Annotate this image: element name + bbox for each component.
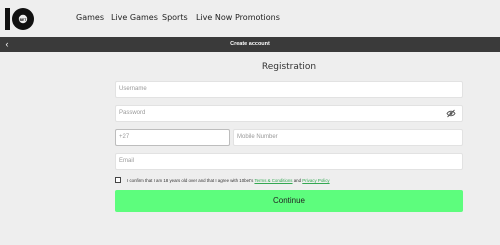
nav-promotions[interactable]: Promotions xyxy=(235,13,280,22)
privacy-policy-link[interactable]: Privacy Policy xyxy=(302,178,329,183)
brand-logo[interactable]: BET xyxy=(4,5,36,33)
nav-live-now[interactable]: Live Now xyxy=(196,13,232,22)
username-field[interactable]: Username xyxy=(115,81,463,98)
password-field[interactable]: Password xyxy=(115,105,463,122)
country-code-value: +27 xyxy=(119,134,130,140)
continue-button[interactable]: Continue xyxy=(115,190,463,212)
top-navigation: BET Games Live Games Sports Live Now Pro… xyxy=(0,0,500,37)
hide-password-icon[interactable] xyxy=(446,109,456,118)
email-placeholder: Email xyxy=(119,158,135,164)
form-title: Registration xyxy=(261,62,317,72)
email-field[interactable]: Email xyxy=(115,153,463,170)
terms-link[interactable]: Terms & Conditions xyxy=(254,178,292,183)
consent-text-start: I confirm that I am 18 years old over an… xyxy=(127,178,255,183)
svg-text:BET: BET xyxy=(20,18,28,22)
username-placeholder: Username xyxy=(119,86,147,92)
password-placeholder: Password xyxy=(119,110,146,116)
consent-checkbox[interactable] xyxy=(115,177,121,183)
country-code-field[interactable]: +27 xyxy=(115,129,230,146)
nav-live-games[interactable]: Live Games xyxy=(111,13,158,22)
registration-page: BET Games Live Games Sports Live Now Pro… xyxy=(0,0,500,245)
mobile-number-field[interactable]: Mobile Number xyxy=(233,129,463,146)
nav-sports[interactable]: Sports xyxy=(162,13,188,22)
mobile-number-placeholder: Mobile Number xyxy=(237,134,278,140)
consent-text-and: and xyxy=(292,178,303,183)
header-title: Create account xyxy=(230,41,270,47)
nav-games[interactable]: Games xyxy=(76,13,104,22)
age-terms-consent: I confirm that I am 18 years old over an… xyxy=(115,176,463,186)
header-bar: ‹ Create account xyxy=(0,37,500,52)
consent-text: I confirm that I am 18 years old over an… xyxy=(127,177,330,184)
